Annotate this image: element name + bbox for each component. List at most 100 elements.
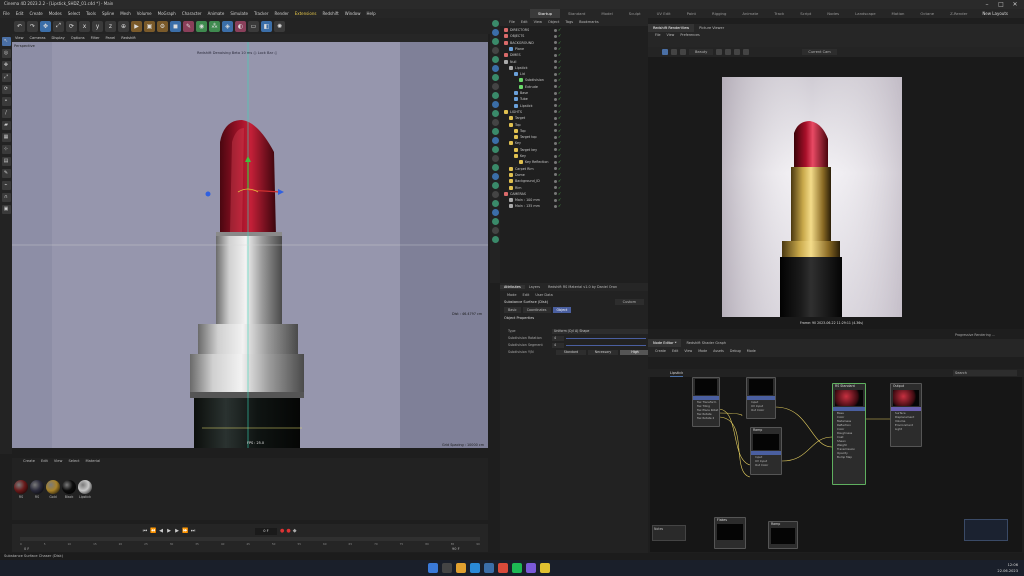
menu-tools[interactable]: Tools — [83, 11, 99, 17]
explorer-icon[interactable] — [456, 563, 466, 573]
object-row[interactable]: Key Reflection ✓ — [500, 159, 648, 165]
material-swatch-3[interactable] — [46, 480, 60, 494]
node-rs-standard[interactable]: RS Standard Base Color Metalness Reflect… — [832, 383, 866, 485]
enabled-check-icon[interactable]: ✓ — [558, 115, 561, 121]
visibility-dot-icon[interactable] — [554, 66, 557, 70]
move-icon[interactable]: ✥ — [40, 20, 51, 32]
camera-icon[interactable]: ◧ — [261, 20, 272, 32]
palette-icon[interactable] — [491, 164, 499, 171]
material-menu-view[interactable]: View — [51, 459, 66, 463]
viewport-menu-display[interactable]: Display — [49, 35, 68, 41]
subdivision-icon[interactable]: ◉ — [196, 20, 207, 32]
visibility-dot-icon[interactable] — [554, 104, 557, 108]
viewport-menu-panel[interactable]: Panel — [103, 35, 119, 41]
layout-tab-startup[interactable]: Startup — [530, 9, 561, 18]
node-output[interactable]: Output Surface Displacement Volume Envir… — [890, 383, 922, 447]
menu-file[interactable]: File — [0, 11, 13, 17]
palette-icon[interactable] — [491, 182, 499, 189]
object-row[interactable]: Background_ID ✓ — [500, 178, 648, 184]
material-menu-material[interactable]: Material — [83, 459, 104, 463]
render-start-icon[interactable] — [662, 49, 668, 55]
visibility-dot-icon[interactable] — [554, 192, 557, 196]
prop-segment-field[interactable]: 4 — [552, 342, 564, 348]
undo-icon[interactable]: ↶ — [14, 20, 25, 32]
visibility-dot-icon[interactable] — [554, 135, 557, 139]
visibility-dot-icon[interactable] — [554, 148, 557, 152]
palette-icon[interactable] — [491, 20, 499, 27]
visibility-dot-icon[interactable] — [554, 141, 557, 145]
node-port[interactable]: Out Color — [747, 408, 775, 412]
brush-icon[interactable]: ✎ — [1, 169, 11, 178]
rv-menu-preferences[interactable]: Preferences — [677, 32, 702, 38]
om-menu-view[interactable]: View — [531, 20, 545, 24]
object-row[interactable]: LIGHTS ✓ — [500, 109, 648, 115]
record-icon[interactable]: ● — [280, 528, 284, 534]
menu-mesh[interactable]: Mesh — [117, 11, 134, 17]
render-ipr-icon[interactable] — [680, 49, 686, 55]
layout-tab-paint[interactable]: Paint — [679, 9, 704, 18]
menu-tracker[interactable]: Tracker — [251, 11, 271, 17]
render-stage-select[interactable]: Beauty — [689, 49, 714, 55]
object-row[interactable]: Null ✓ — [500, 59, 648, 65]
palette-icon[interactable] — [491, 38, 499, 45]
render-snapshot-icon[interactable] — [716, 49, 723, 55]
next-key-icon[interactable]: ⏩ — [182, 528, 188, 534]
menu-mograph[interactable]: MoGraph — [155, 11, 179, 17]
lock-icon[interactable]: ▣ — [1, 205, 11, 214]
node-port[interactable]: Bump Map — [833, 455, 865, 459]
palette-icon[interactable] — [491, 137, 499, 144]
visibility-dot-icon[interactable] — [554, 116, 557, 120]
prop-segment-slider[interactable] — [566, 344, 646, 346]
prop-type-dropdown[interactable]: Uniform (Cyl A) Shape — [552, 328, 648, 334]
enabled-check-icon[interactable]: ✓ — [558, 71, 561, 77]
palette-icon[interactable] — [491, 110, 499, 117]
menu-edit[interactable]: Edit — [13, 11, 27, 17]
ne-menu-edit[interactable]: Edit — [669, 349, 681, 353]
enabled-check-icon[interactable]: ✓ — [558, 140, 561, 146]
palette-icon[interactable] — [491, 29, 499, 36]
palette-icon[interactable] — [491, 128, 499, 135]
node-ramp[interactable]: Ramp Input UV Input Out Color — [750, 427, 782, 475]
palette-icon[interactable] — [491, 101, 499, 108]
subtab-coordinates[interactable]: Coordinates — [522, 307, 551, 313]
enabled-check-icon[interactable]: ✓ — [558, 65, 561, 71]
object-row[interactable]: Base ✓ — [500, 90, 648, 96]
object-row[interactable]: Rim ✓ — [500, 185, 648, 191]
menu-create[interactable]: Create — [26, 11, 45, 17]
viewport-menu-redshift[interactable]: Redshift — [118, 35, 139, 41]
enabled-check-icon[interactable]: ✓ — [558, 147, 561, 153]
object-row[interactable]: Carpet Rim ✓ — [500, 166, 648, 172]
visibility-dot-icon[interactable] — [554, 129, 557, 133]
layout-tab-motion[interactable]: Motion — [884, 9, 913, 18]
object-row[interactable]: Extrude ✓ — [500, 84, 648, 90]
knife-icon[interactable]: ⌁ — [1, 181, 11, 190]
node-texture[interactable]: Tex Transform Tex Tiling Tex Place Rotat… — [692, 377, 720, 427]
layout-tab-standard[interactable]: Standard — [560, 9, 593, 18]
viewport-menu-options[interactable]: Options — [68, 35, 88, 41]
visibility-dot-icon[interactable] — [554, 97, 557, 101]
scale-icon[interactable]: ⤢ — [53, 20, 64, 32]
object-row[interactable]: Plane ✓ — [500, 46, 648, 52]
enabled-check-icon[interactable]: ✓ — [558, 159, 561, 165]
object-row[interactable]: Top ✓ — [500, 128, 648, 134]
enabled-check-icon[interactable]: ✓ — [558, 46, 561, 52]
object-row[interactable]: Main : 100 mm ✓ — [500, 197, 648, 203]
snap-icon[interactable]: ⊹ — [1, 145, 11, 154]
palette-icon[interactable] — [491, 173, 499, 180]
enabled-check-icon[interactable]: ✓ — [558, 84, 561, 90]
visibility-dot-icon[interactable] — [554, 28, 557, 32]
render-region-icon[interactable] — [725, 49, 732, 55]
om-menu-edit[interactable]: Edit — [518, 20, 531, 24]
menu-help[interactable]: Help — [363, 11, 378, 17]
visibility-dot-icon[interactable] — [554, 91, 557, 95]
material-swatch-2[interactable] — [30, 480, 44, 494]
ne-menu-mode-2[interactable]: Mode — [744, 349, 759, 353]
render-image[interactable] — [722, 77, 902, 317]
search-icon[interactable] — [442, 563, 452, 573]
deformer-icon[interactable]: ◐ — [235, 20, 246, 32]
render-stop-icon[interactable] — [671, 49, 677, 55]
enabled-check-icon[interactable]: ✓ — [558, 122, 561, 128]
enabled-check-icon[interactable]: ✓ — [558, 52, 561, 58]
visibility-dot-icon[interactable] — [554, 198, 557, 202]
visibility-dot-icon[interactable] — [554, 60, 557, 63]
